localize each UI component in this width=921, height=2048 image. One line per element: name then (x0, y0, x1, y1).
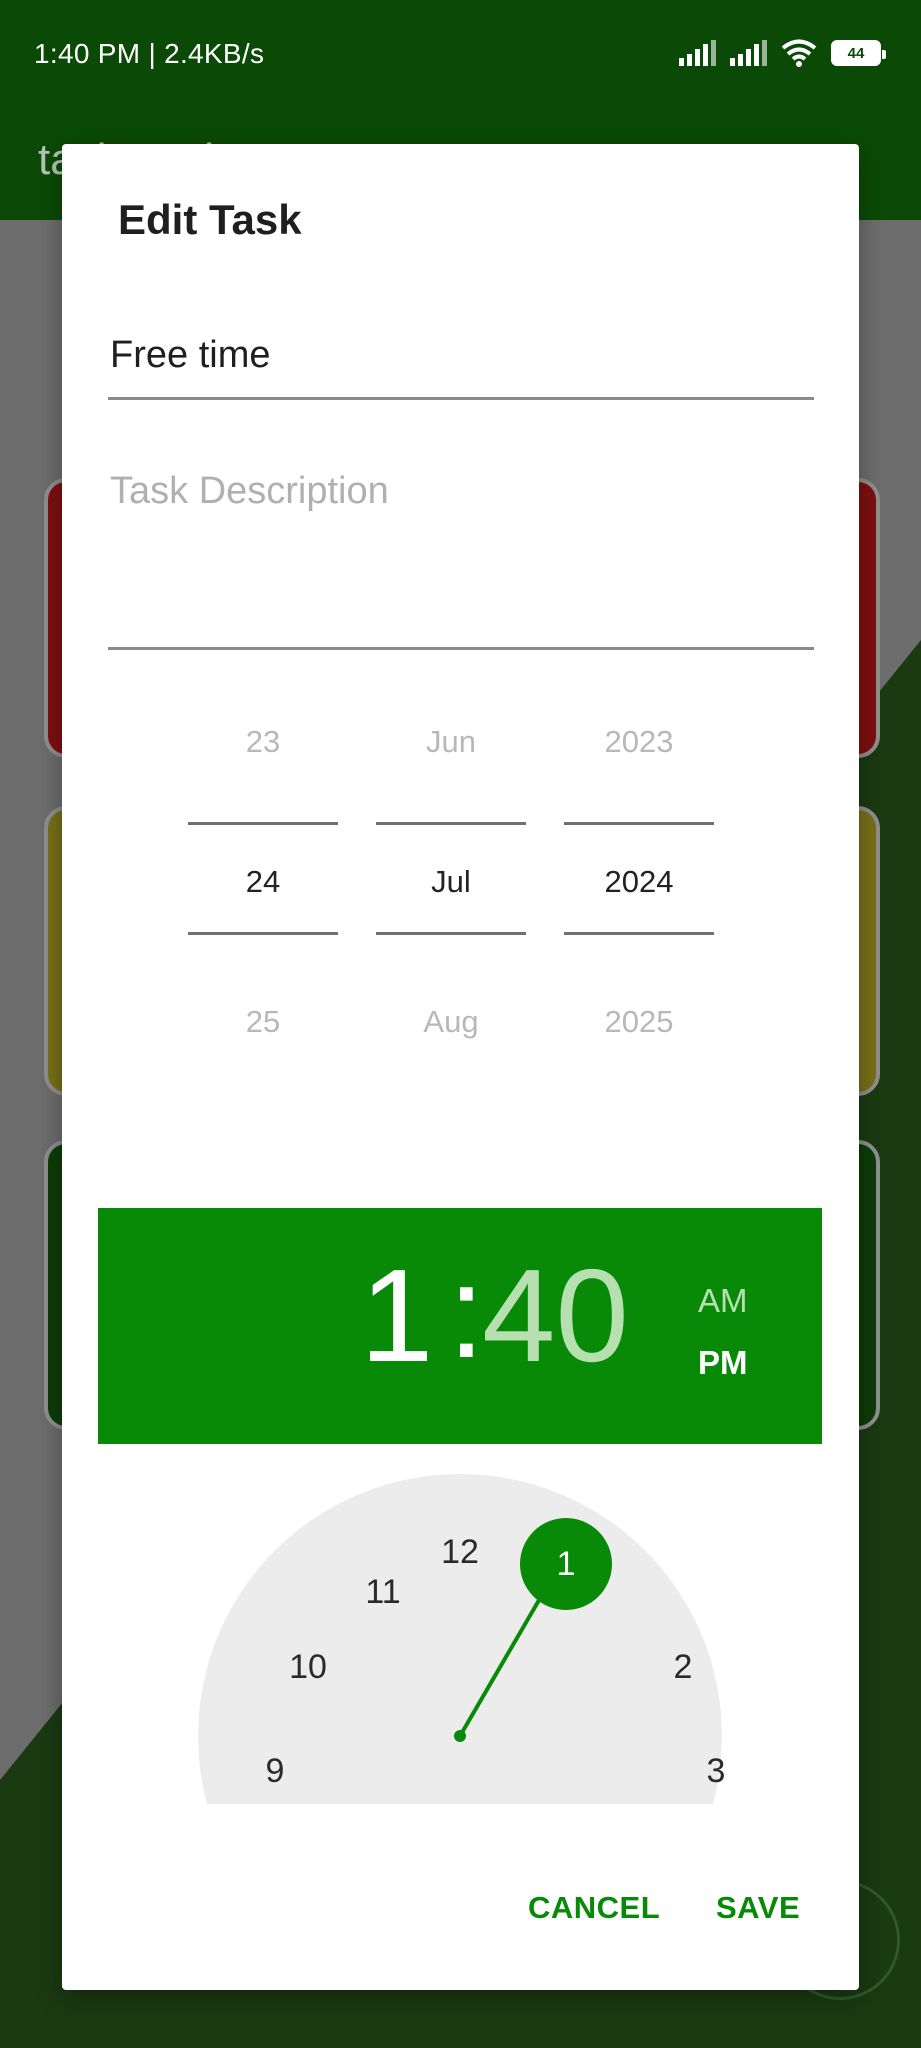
year-spinner[interactable]: 2023 2024 2025 (564, 724, 714, 1094)
am-toggle[interactable]: AM (698, 1282, 748, 1320)
divider (564, 932, 714, 935)
time-hour[interactable]: 1 (360, 1250, 433, 1382)
day-next[interactable]: 25 (188, 1004, 338, 1040)
cancel-button[interactable]: CANCEL (528, 1890, 660, 1926)
cell-signal-icon (679, 40, 716, 66)
clock-number-9[interactable]: 9 (245, 1751, 305, 1791)
divider (564, 822, 714, 825)
time-minute[interactable]: 40 (482, 1250, 629, 1382)
status-time: 1:40 PM | 2.4KB/s (34, 38, 265, 69)
day-spinner[interactable]: 23 24 25 (188, 724, 338, 1094)
month-next[interactable]: Aug (376, 1004, 526, 1040)
cell-signal-icon (730, 40, 767, 66)
clock-number-10[interactable]: 10 (278, 1647, 338, 1687)
divider (376, 932, 526, 935)
clock-number-11[interactable]: 11 (353, 1572, 413, 1612)
divider (376, 822, 526, 825)
clock-number-12[interactable]: 12 (430, 1532, 490, 1572)
clock-number-3[interactable]: 3 (686, 1751, 746, 1791)
task-description-input[interactable] (108, 456, 814, 650)
clock-number-2[interactable]: 2 (653, 1647, 713, 1687)
year-prev[interactable]: 2023 (564, 724, 714, 760)
edit-task-dialog: Edit Task 23 24 25 Jun Jul Aug 2023 2024… (62, 144, 859, 1990)
status-icons: 44 (679, 36, 886, 70)
clock-dial[interactable]: 12 2 3 4 8 9 10 11 (62, 1474, 859, 1804)
clock-selected-hour[interactable]: 1 (520, 1518, 612, 1610)
divider (188, 932, 338, 935)
time-colon: : (448, 1238, 485, 1385)
month-prev[interactable]: Jun (376, 724, 526, 760)
time-header: 1 : 40 AM PM (98, 1208, 822, 1444)
divider (188, 822, 338, 825)
wifi-icon (781, 39, 817, 67)
battery-icon: 44 (831, 40, 886, 66)
dialog-title: Edit Task (118, 196, 302, 243)
save-button[interactable]: SAVE (716, 1890, 800, 1926)
task-title-input[interactable] (108, 314, 814, 400)
pm-toggle[interactable]: PM (698, 1344, 748, 1382)
day-selected[interactable]: 24 (188, 864, 338, 900)
year-selected[interactable]: 2024 (564, 864, 714, 900)
day-prev[interactable]: 23 (188, 724, 338, 760)
month-spinner[interactable]: Jun Jul Aug (376, 724, 526, 1094)
year-next[interactable]: 2025 (564, 1004, 714, 1040)
month-selected[interactable]: Jul (376, 864, 526, 900)
